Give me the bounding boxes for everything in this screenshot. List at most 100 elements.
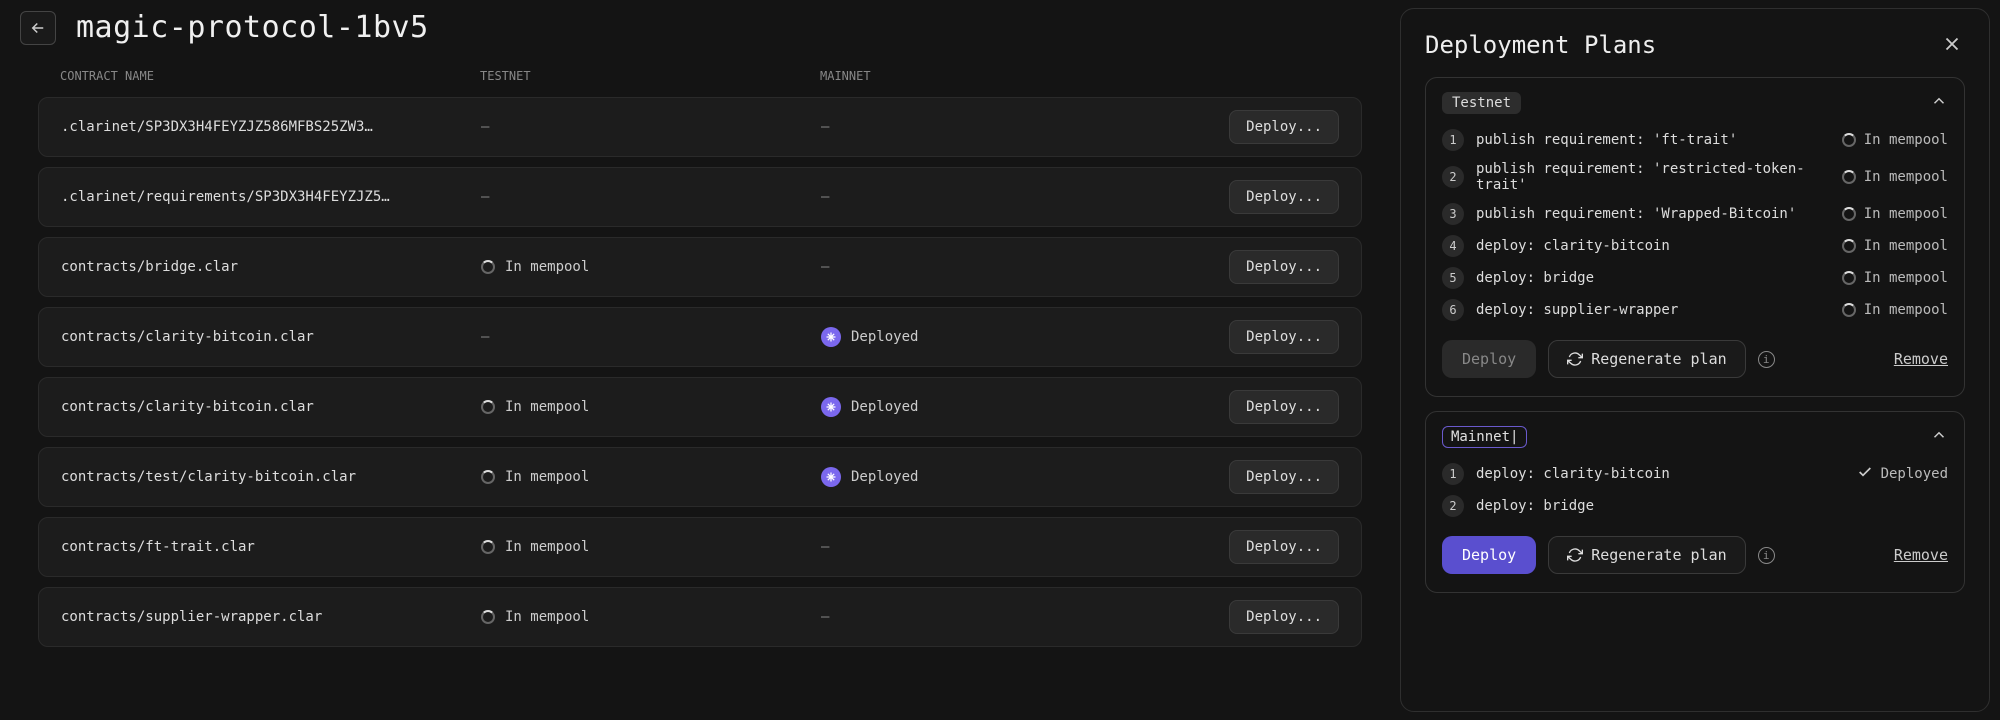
plan-step: 1 deploy: clarity-bitcoin Deployed	[1442, 458, 1948, 490]
network-badge-editing[interactable]: Mainnet|	[1442, 426, 1527, 448]
contract-row: contracts/ft-trait.clar In mempool – Deploy…	[38, 517, 1362, 577]
step-status-text: In mempool	[1864, 270, 1948, 286]
testnet-status: In mempool	[505, 259, 589, 275]
spinner-icon	[1842, 207, 1856, 221]
contract-row: contracts/bridge.clar In mempool – Deploy..…	[38, 237, 1362, 297]
testnet-status: –	[481, 119, 489, 135]
step-label: publish requirement: 'restricted-token-t…	[1476, 161, 1830, 193]
contract-row: .clarinet/SP3DX3H4FEYZJZ586MFBS25ZW3…––D…	[38, 97, 1362, 157]
regenerate-label: Regenerate plan	[1591, 546, 1726, 564]
deploy-button[interactable]: Deploy	[1442, 536, 1536, 574]
spinner-icon	[481, 540, 495, 554]
chevron-up-icon	[1930, 426, 1948, 444]
mainnet-status: Deployed	[851, 469, 918, 485]
step-status-text: In mempool	[1864, 238, 1948, 254]
step-number: 2	[1442, 166, 1464, 188]
contract-name: contracts/bridge.clar	[61, 259, 481, 275]
step-number: 2	[1442, 495, 1464, 517]
step-number: 4	[1442, 235, 1464, 257]
deployed-icon	[821, 467, 841, 487]
close-icon	[1941, 33, 1963, 55]
plan-step: 4 deploy: clarity-bitcoin In mempool	[1442, 230, 1948, 262]
contract-row: contracts/clarity-bitcoin.clar– Deployed D…	[38, 307, 1362, 367]
contract-name: contracts/ft-trait.clar	[61, 539, 481, 555]
page-title: magic-protocol-1bv5	[76, 10, 429, 45]
remove-plan-link[interactable]: Remove	[1894, 350, 1948, 368]
remove-plan-link[interactable]: Remove	[1894, 546, 1948, 564]
plan-box: Mainnet| 1 deploy: clarity-bitcoin Deployed…	[1425, 411, 1965, 593]
mainnet-status: Deployed	[851, 329, 918, 345]
deploy-menu-button[interactable]: Deploy...	[1229, 320, 1339, 354]
contract-row: .clarinet/requirements/SP3DX3H4FEYZJZ5… –…	[38, 167, 1362, 227]
plan-step: 1publish requirement: 'ft-trait'In mempo…	[1442, 124, 1948, 156]
deploy-menu-button[interactable]: Deploy...	[1229, 530, 1339, 564]
deploy-menu-button[interactable]: Deploy...	[1229, 600, 1339, 634]
info-icon[interactable]: i	[1758, 351, 1775, 368]
contract-name: contracts/clarity-bitcoin.clar	[61, 329, 481, 345]
main-pane: magic-protocol-1bv5 CONTRACT NAME TESTNE…	[0, 0, 1400, 720]
mainnet-status: –	[821, 189, 829, 205]
testnet-status: In mempool	[505, 469, 589, 485]
contract-name: contracts/test/clarity-bitcoin.clar	[61, 469, 481, 485]
collapse-button[interactable]	[1930, 92, 1948, 114]
deploy-menu-button[interactable]: Deploy...	[1229, 460, 1339, 494]
arrow-left-icon	[29, 19, 47, 37]
step-status-text: Deployed	[1881, 466, 1948, 482]
testnet-status: In mempool	[505, 399, 589, 415]
contract-row: contracts/supplier-wrapper.clarIn mempoo…	[38, 587, 1362, 647]
back-button[interactable]	[20, 11, 56, 45]
testnet-status: In mempool	[505, 539, 589, 555]
collapse-button[interactable]	[1930, 426, 1948, 448]
deploy-menu-button[interactable]: Deploy...	[1229, 250, 1339, 284]
step-label: deploy: clarity-bitcoin	[1476, 238, 1830, 254]
step-number: 6	[1442, 299, 1464, 321]
spinner-icon	[481, 470, 495, 484]
column-header-name: CONTRACT NAME	[60, 69, 480, 83]
step-number: 1	[1442, 129, 1464, 151]
spinner-icon	[1842, 133, 1856, 147]
step-status-text: In mempool	[1864, 206, 1948, 222]
plan-step: 2 publish requirement: 'restricted-token-…	[1442, 156, 1948, 198]
spinner-icon	[481, 400, 495, 414]
column-header-testnet: TESTNET	[480, 69, 820, 83]
close-button[interactable]	[1941, 33, 1965, 57]
contract-rows: .clarinet/SP3DX3H4FEYZJZ586MFBS25ZW3…––D…	[0, 97, 1400, 647]
step-label: deploy: bridge	[1476, 270, 1830, 286]
step-status-text: In mempool	[1864, 132, 1948, 148]
mainnet-status: Deployed	[851, 399, 918, 415]
deployed-icon	[821, 397, 841, 417]
plan-step: 6deploy: supplier-wrapperIn mempool	[1442, 294, 1948, 326]
deployment-plans-panel: Deployment Plans Testnet1publish require…	[1400, 8, 1990, 712]
contract-row: contracts/test/clarity-bitcoin.clar In me…	[38, 447, 1362, 507]
regenerate-plan-button[interactable]: Regenerate plan	[1548, 536, 1745, 574]
contract-name: .clarinet/requirements/SP3DX3H4FEYZJZ5…	[61, 189, 481, 205]
step-number: 1	[1442, 463, 1464, 485]
step-label: publish requirement: 'Wrapped-Bitcoin'	[1476, 206, 1830, 222]
mainnet-status: –	[821, 259, 829, 275]
step-status-text: In mempool	[1864, 302, 1948, 318]
regenerate-label: Regenerate plan	[1591, 350, 1726, 368]
deploy-menu-button[interactable]: Deploy...	[1229, 390, 1339, 424]
spinner-icon	[1842, 271, 1856, 285]
spinner-icon	[1842, 170, 1856, 184]
mainnet-status: –	[821, 539, 829, 555]
step-status-text: In mempool	[1864, 169, 1948, 185]
deploy-menu-button[interactable]: Deploy...	[1229, 180, 1339, 214]
spinner-icon	[481, 610, 495, 624]
chevron-up-icon	[1930, 92, 1948, 110]
regenerate-plan-button[interactable]: Regenerate plan	[1548, 340, 1745, 378]
deployed-icon	[821, 327, 841, 347]
header: magic-protocol-1bv5	[0, 0, 1400, 55]
deploy-button: Deploy	[1442, 340, 1536, 378]
step-number: 3	[1442, 203, 1464, 225]
plan-step: 3 publish requirement: 'Wrapped-Bitcoin' I…	[1442, 198, 1948, 230]
spinner-icon	[1842, 303, 1856, 317]
spinner-icon	[1842, 239, 1856, 253]
refresh-icon	[1567, 547, 1583, 563]
deploy-menu-button[interactable]: Deploy...	[1229, 110, 1339, 144]
info-icon[interactable]: i	[1758, 547, 1775, 564]
step-label: deploy: clarity-bitcoin	[1476, 466, 1845, 482]
plan-step: 2deploy: bridge	[1442, 490, 1948, 522]
spinner-icon	[481, 260, 495, 274]
testnet-status: –	[481, 329, 489, 345]
